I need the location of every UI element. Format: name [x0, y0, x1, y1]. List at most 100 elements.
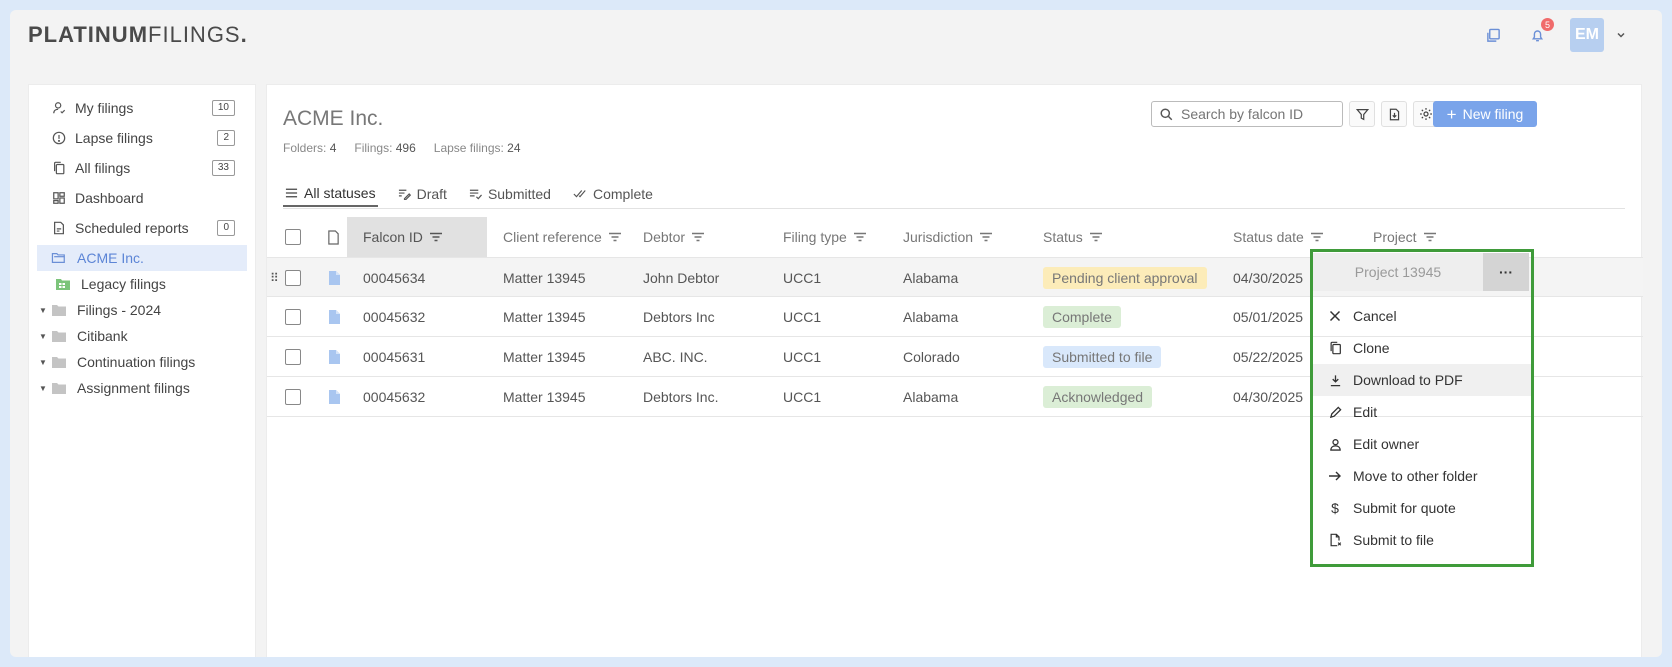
- row-checkbox[interactable]: [285, 258, 301, 298]
- menu-item-cancel[interactable]: Cancel: [1313, 300, 1531, 332]
- folder-legacy-filings[interactable]: Legacy filings: [29, 271, 255, 297]
- folder-icon: [51, 330, 67, 343]
- sidebar-item-all-filings[interactable]: All filings 33: [29, 153, 255, 183]
- folder-open-icon: [51, 251, 67, 265]
- column-header-client-reference[interactable]: Client reference: [503, 217, 622, 257]
- filter-button[interactable]: [1349, 101, 1375, 127]
- folder-filings-2024[interactable]: ▼ Filings - 2024: [29, 297, 255, 323]
- gear-icon: [1419, 107, 1433, 121]
- count-badge: 33: [211, 160, 235, 176]
- count-badge: 0: [217, 220, 235, 236]
- list-icon: [285, 187, 298, 199]
- chevron-down-icon[interactable]: [1610, 24, 1632, 46]
- copy-icon[interactable]: [1482, 24, 1504, 46]
- column-header-jurisdiction[interactable]: Jurisdiction: [903, 217, 993, 257]
- files-icon: [51, 160, 67, 176]
- select-all-checkbox[interactable]: [285, 217, 301, 257]
- sidebar-item-dashboard[interactable]: Dashboard: [29, 183, 255, 213]
- falcon-id[interactable]: 00045632: [363, 297, 425, 337]
- falcon-id[interactable]: 00045634: [363, 258, 425, 298]
- status-badge: Complete: [1043, 297, 1121, 337]
- file-download-icon: [1388, 108, 1401, 121]
- alert-circle-icon: [51, 130, 67, 146]
- drag-handle-icon[interactable]: ⠿: [270, 258, 279, 298]
- falcon-id[interactable]: 00045632: [363, 377, 425, 417]
- tab-complete[interactable]: Complete: [571, 181, 655, 207]
- sidebar-item-my-filings[interactable]: My filings 10: [29, 93, 255, 123]
- status-badge: Acknowledged: [1043, 377, 1153, 417]
- download-icon: [1327, 372, 1343, 388]
- folder-continuation-filings[interactable]: ▼ Continuation filings: [29, 349, 255, 375]
- folder-icon: [51, 382, 67, 395]
- count-badge: 10: [211, 100, 235, 116]
- caret-down-icon[interactable]: ▼: [39, 306, 51, 315]
- report-icon: [51, 220, 67, 236]
- filter-icon: [1355, 108, 1369, 121]
- copy-icon: [1327, 340, 1343, 356]
- document-icon: [327, 217, 340, 257]
- user-icon: [1327, 436, 1343, 452]
- draft-icon: [398, 188, 411, 200]
- caret-down-icon[interactable]: ▼: [39, 358, 51, 367]
- caret-down-icon[interactable]: ▼: [39, 332, 51, 341]
- plus-icon: +: [1446, 104, 1457, 124]
- file-icon: [329, 377, 340, 417]
- search-icon: [1160, 107, 1173, 121]
- status-badge: Pending client approval: [1043, 258, 1207, 298]
- menu-item-download-pdf[interactable]: Download to PDF: [1313, 364, 1531, 396]
- stat-lapse: Lapse filings: 24: [433, 141, 521, 155]
- table-header: Falcon ID Client reference Debtor Filing…: [267, 217, 1643, 257]
- column-header-falcon-id[interactable]: Falcon ID: [347, 217, 487, 257]
- column-header-filing-type[interactable]: Filing type: [783, 217, 867, 257]
- menu-item-submit-file[interactable]: Submit to file: [1313, 524, 1531, 556]
- export-button[interactable]: [1381, 101, 1407, 127]
- column-header-status-date[interactable]: Status date: [1233, 217, 1324, 257]
- tab-draft[interactable]: Draft: [396, 181, 449, 207]
- row-checkbox[interactable]: [285, 337, 301, 377]
- folder-assignment-filings[interactable]: ▼ Assignment filings: [29, 375, 255, 401]
- search-box[interactable]: [1151, 101, 1343, 127]
- falcon-id[interactable]: 00045631: [363, 337, 425, 377]
- tab-all-statuses[interactable]: All statuses: [283, 181, 378, 207]
- sidebar-item-lapse-filings[interactable]: Lapse filings 2: [29, 123, 255, 153]
- new-filing-button[interactable]: + New filing: [1433, 101, 1537, 127]
- dollar-icon: $: [1331, 500, 1339, 516]
- column-header-project[interactable]: Project: [1373, 217, 1437, 257]
- sort-icon: [429, 232, 443, 242]
- folder-icon: [51, 356, 67, 369]
- row-checkbox[interactable]: [285, 297, 301, 337]
- column-header-status[interactable]: Status: [1043, 217, 1103, 257]
- avatar[interactable]: EM: [1570, 18, 1604, 52]
- file-icon: [329, 337, 340, 377]
- project-cell[interactable]: Project 13945: [1313, 253, 1483, 291]
- folder-stats: Folders: 4 Filings: 496 Lapse filings: 2…: [283, 141, 521, 155]
- folder-citibank[interactable]: ▼ Citibank: [29, 323, 255, 349]
- menu-item-move-folder[interactable]: Move to other folder: [1313, 460, 1531, 492]
- row-checkbox[interactable]: [285, 377, 301, 417]
- count-badge: 2: [217, 130, 235, 146]
- file-submit-icon: [1327, 532, 1343, 548]
- sort-icon: [608, 232, 622, 242]
- sort-icon: [853, 232, 867, 242]
- folder-icon: [51, 304, 67, 317]
- folder-acme-selected[interactable]: ACME Inc.: [37, 245, 247, 271]
- sort-icon: [1310, 232, 1324, 242]
- double-check-icon: [573, 188, 587, 200]
- column-header-debtor[interactable]: Debtor: [643, 217, 705, 257]
- menu-item-clone[interactable]: Clone: [1313, 332, 1531, 364]
- menu-item-edit[interactable]: Edit: [1313, 396, 1531, 428]
- tab-submitted[interactable]: Submitted: [467, 181, 553, 207]
- sidebar-item-scheduled-reports[interactable]: Scheduled reports 0: [29, 213, 255, 243]
- menu-item-submit-quote[interactable]: $ Submit for quote: [1313, 492, 1531, 524]
- row-actions-menu: Cancel Clone Download to PDF Edit Edit o…: [1313, 300, 1531, 556]
- close-icon: [1327, 308, 1343, 324]
- caret-down-icon[interactable]: ▼: [39, 384, 51, 393]
- page-title: ACME Inc.: [283, 107, 384, 130]
- arrow-right-icon: [1327, 468, 1343, 484]
- menu-item-edit-owner[interactable]: Edit owner: [1313, 428, 1531, 460]
- notification-bell-icon[interactable]: 5: [1526, 18, 1554, 46]
- more-actions-button[interactable]: ···: [1483, 253, 1529, 291]
- stat-filings: Filings: 496: [354, 141, 416, 155]
- search-input[interactable]: [1181, 106, 1331, 122]
- sort-icon: [1089, 232, 1103, 242]
